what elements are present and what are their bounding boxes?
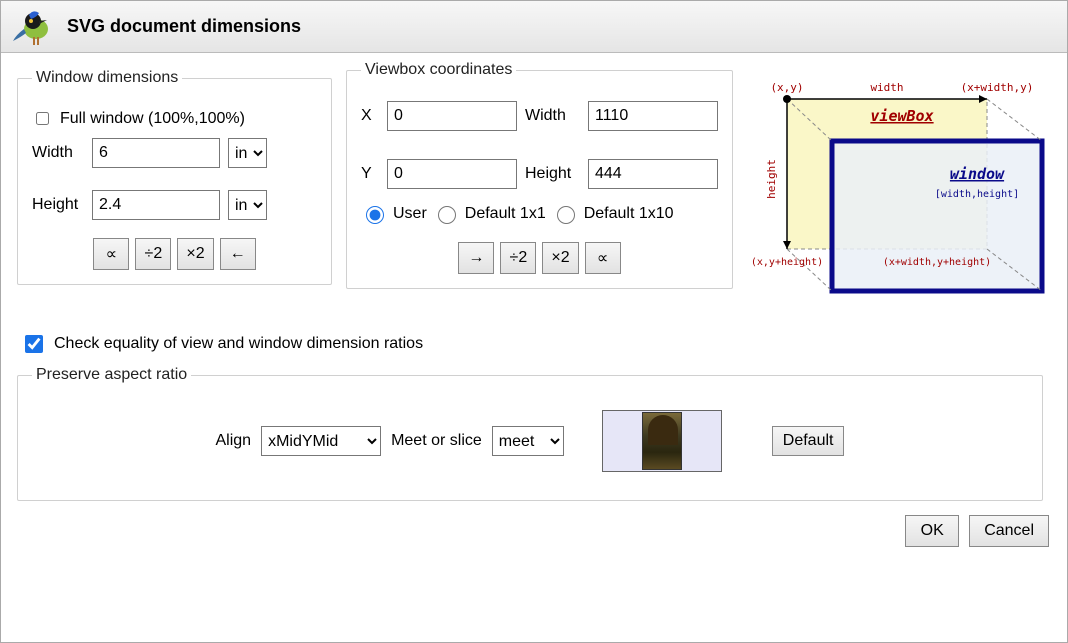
window-proportional-button[interactable]: ∝ bbox=[93, 238, 129, 270]
viewbox-half-button[interactable]: ÷2 bbox=[500, 242, 536, 274]
preserve-default-button[interactable]: Default bbox=[772, 426, 845, 456]
ok-button[interactable]: OK bbox=[905, 515, 959, 547]
check-ratio-checkbox[interactable] bbox=[25, 335, 43, 353]
dialog-title: SVG document dimensions bbox=[67, 16, 301, 37]
window-double-button[interactable]: ×2 bbox=[177, 238, 213, 270]
svg-text:height: height bbox=[765, 159, 778, 199]
svg-text:viewBox: viewBox bbox=[870, 107, 933, 125]
viewbox-y-label: Y bbox=[361, 165, 379, 183]
svg-text:(x+width,y): (x+width,y) bbox=[961, 81, 1034, 94]
window-dimensions-legend: Window dimensions bbox=[32, 69, 182, 87]
bird-logo-icon bbox=[11, 7, 55, 47]
cancel-button[interactable]: Cancel bbox=[969, 515, 1049, 547]
svg-text:(x,y): (x,y) bbox=[770, 81, 803, 94]
window-pull-button[interactable]: ← bbox=[220, 238, 256, 270]
viewbox-width-input[interactable] bbox=[588, 101, 718, 131]
viewbox-width-label: Width bbox=[525, 107, 580, 125]
full-window-label: Full window (100%,100%) bbox=[60, 110, 245, 128]
viewbox-default-1x10-radio[interactable] bbox=[557, 206, 575, 224]
viewbox-x-label: X bbox=[361, 107, 379, 125]
viewbox-coordinates-group: Viewbox coordinates X Width Y Height Use… bbox=[346, 61, 733, 289]
viewbox-height-input[interactable] bbox=[588, 159, 718, 189]
svg-text:window: window bbox=[950, 165, 1005, 183]
preserve-legend: Preserve aspect ratio bbox=[32, 366, 191, 384]
svg-dimensions-dialog: SVG document dimensions Window dimension… bbox=[0, 0, 1068, 643]
window-width-label: Width bbox=[32, 144, 84, 162]
window-dimensions-group: Window dimensions Full window (100%,100%… bbox=[17, 69, 332, 285]
check-ratio-label: Check equality of view and window dimens… bbox=[54, 335, 423, 353]
viewbox-height-label: Height bbox=[525, 165, 580, 183]
full-window-checkbox[interactable] bbox=[36, 112, 49, 125]
svg-text:(x,y+height): (x,y+height) bbox=[751, 257, 823, 268]
window-width-input[interactable] bbox=[92, 138, 220, 168]
viewbox-x-input[interactable] bbox=[387, 101, 517, 131]
viewbox-double-button[interactable]: ×2 bbox=[542, 242, 578, 274]
viewbox-legend: Viewbox coordinates bbox=[361, 61, 516, 79]
align-label: Align bbox=[216, 432, 252, 450]
svg-text:width: width bbox=[870, 81, 903, 94]
viewbox-default-1x1-label: Default 1x1 bbox=[465, 205, 546, 223]
viewbox-push-button[interactable]: → bbox=[458, 242, 494, 274]
svg-text:(x+width,y+height): (x+width,y+height) bbox=[883, 257, 991, 268]
viewbox-proportional-button[interactable]: ∝ bbox=[585, 242, 621, 274]
window-height-input[interactable] bbox=[92, 190, 220, 220]
viewbox-user-radio[interactable] bbox=[366, 206, 384, 224]
titlebar: SVG document dimensions bbox=[1, 1, 1067, 53]
meet-slice-select[interactable]: meet bbox=[492, 426, 564, 456]
viewbox-user-label: User bbox=[393, 205, 427, 223]
preserve-aspect-ratio-group: Preserve aspect ratio Align xMidYMid Mee… bbox=[17, 366, 1043, 501]
svg-text:[width,height]: [width,height] bbox=[935, 189, 1019, 200]
meet-slice-label: Meet or slice bbox=[391, 432, 482, 450]
window-height-label: Height bbox=[32, 196, 84, 214]
viewbox-y-input[interactable] bbox=[387, 159, 517, 189]
window-height-unit[interactable]: in bbox=[228, 190, 267, 220]
aspect-preview-thumbnail bbox=[602, 410, 722, 472]
window-half-button[interactable]: ÷2 bbox=[135, 238, 171, 270]
viewbox-default-1x1-radio[interactable] bbox=[438, 206, 456, 224]
viewbox-window-diagram: (x,y) width (x+width,y) height viewBox w… bbox=[747, 61, 1051, 314]
align-select[interactable]: xMidYMid bbox=[261, 426, 381, 456]
viewbox-default-1x10-label: Default 1x10 bbox=[584, 205, 674, 223]
mona-lisa-icon bbox=[642, 412, 682, 470]
window-width-unit[interactable]: in bbox=[228, 138, 267, 168]
